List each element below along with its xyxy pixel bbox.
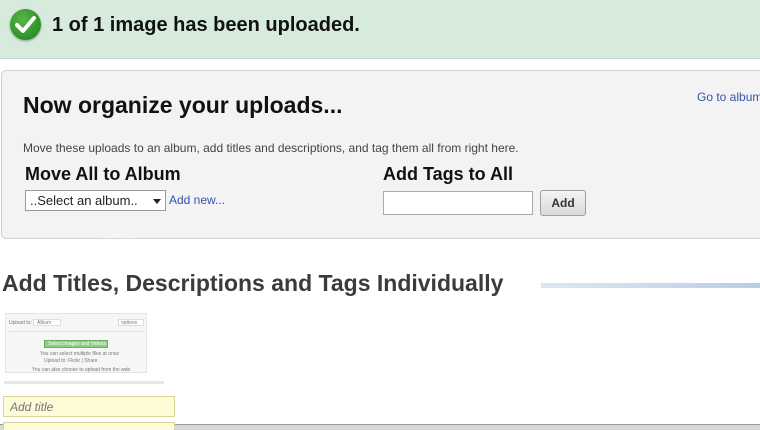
organize-title: Now organize your uploads...: [23, 92, 343, 118]
album-select-value: ..Select an album..: [30, 193, 138, 208]
add-tags-to-all-label: Add Tags to All: [383, 164, 513, 184]
album-select[interactable]: ..Select an album..: [25, 190, 166, 211]
uploaded-image-thumbnail[interactable]: Upload to: Album options Select Images a…: [5, 313, 147, 373]
thumb-album-chip-label: Album: [37, 320, 52, 326]
heading-divider: [541, 283, 760, 288]
chevron-down-icon: [153, 199, 161, 204]
thumb-line-3: You can also choose to upload from the w…: [32, 367, 131, 373]
go-to-album-link[interactable]: Go to album: [697, 90, 760, 104]
thumb-select-label: Select Images and Videos: [48, 341, 107, 347]
add-tags-button[interactable]: Add: [540, 190, 586, 216]
move-all-to-album-label: Move All to Album: [25, 164, 181, 184]
description-field-partial[interactable]: [3, 422, 175, 430]
thumbnail-shadow: [4, 381, 164, 384]
organize-uploads-panel: Now organize your uploads... Go to album…: [1, 70, 760, 299]
checkmark-icon: [10, 9, 41, 40]
add-title-input[interactable]: [3, 396, 175, 417]
tags-input[interactable]: [383, 191, 533, 215]
thumb-divider: [9, 331, 145, 332]
organize-description: Move these uploads to an album, add titl…: [23, 141, 519, 155]
thumb-line-1: You can select multiple files at once: [40, 351, 120, 357]
individual-section-heading: Add Titles, Descriptions and Tags Indivi…: [2, 270, 504, 296]
thumb-upload-to-label: Upload to:: [9, 320, 32, 326]
thumb-line-2: Upload to: Flickr | Share: [44, 358, 98, 364]
thumb-options-label: options: [121, 320, 138, 326]
add-new-album-link[interactable]: Add new...: [169, 193, 225, 207]
upload-success-banner: 1 of 1 image has been uploaded.: [0, 0, 760, 59]
upload-success-message: 1 of 1 image has been uploaded.: [52, 14, 360, 36]
